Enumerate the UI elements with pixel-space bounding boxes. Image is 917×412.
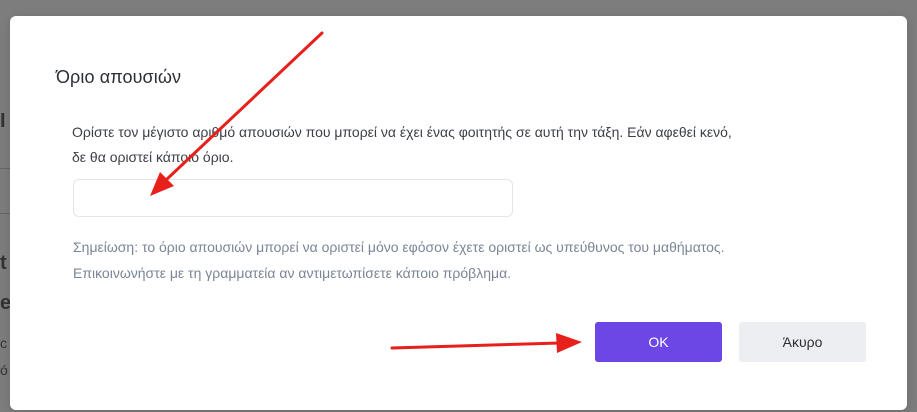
background-divider — [0, 213, 10, 214]
absence-limit-input[interactable] — [73, 179, 513, 217]
background-divider — [0, 168, 10, 169]
background-text-fragment: I — [0, 110, 6, 132]
description-line: Ορίστε τον μέγιστο αριθμό απουσιών που μ… — [72, 124, 732, 140]
description-line: δε θα οριστεί κάποιο όριο. — [72, 149, 234, 165]
background-text-fragment: c — [0, 335, 7, 351]
note-line: Επικοινωνήστε με τη γραμματεία αν αντιμε… — [73, 265, 512, 281]
background-text-fragment: t — [0, 252, 7, 274]
dialog-description: Ορίστε τον μέγιστο αριθμό απουσιών που μ… — [72, 120, 872, 170]
background-text-fragment: ó — [0, 362, 8, 378]
dialog-note: Σημείωση: το όριο απουσιών μπορεί να ορι… — [73, 234, 883, 286]
cancel-button[interactable]: Άκυρο — [739, 322, 866, 362]
dialog-title: Όριο απουσιών — [56, 67, 182, 87]
note-line: Σημείωση: το όριο απουσιών μπορεί να ορι… — [73, 239, 725, 255]
ok-button[interactable]: OK — [595, 322, 722, 362]
absence-limit-dialog: Όριο απουσιών Ορίστε τον μέγιστο αριθμό … — [10, 16, 907, 410]
